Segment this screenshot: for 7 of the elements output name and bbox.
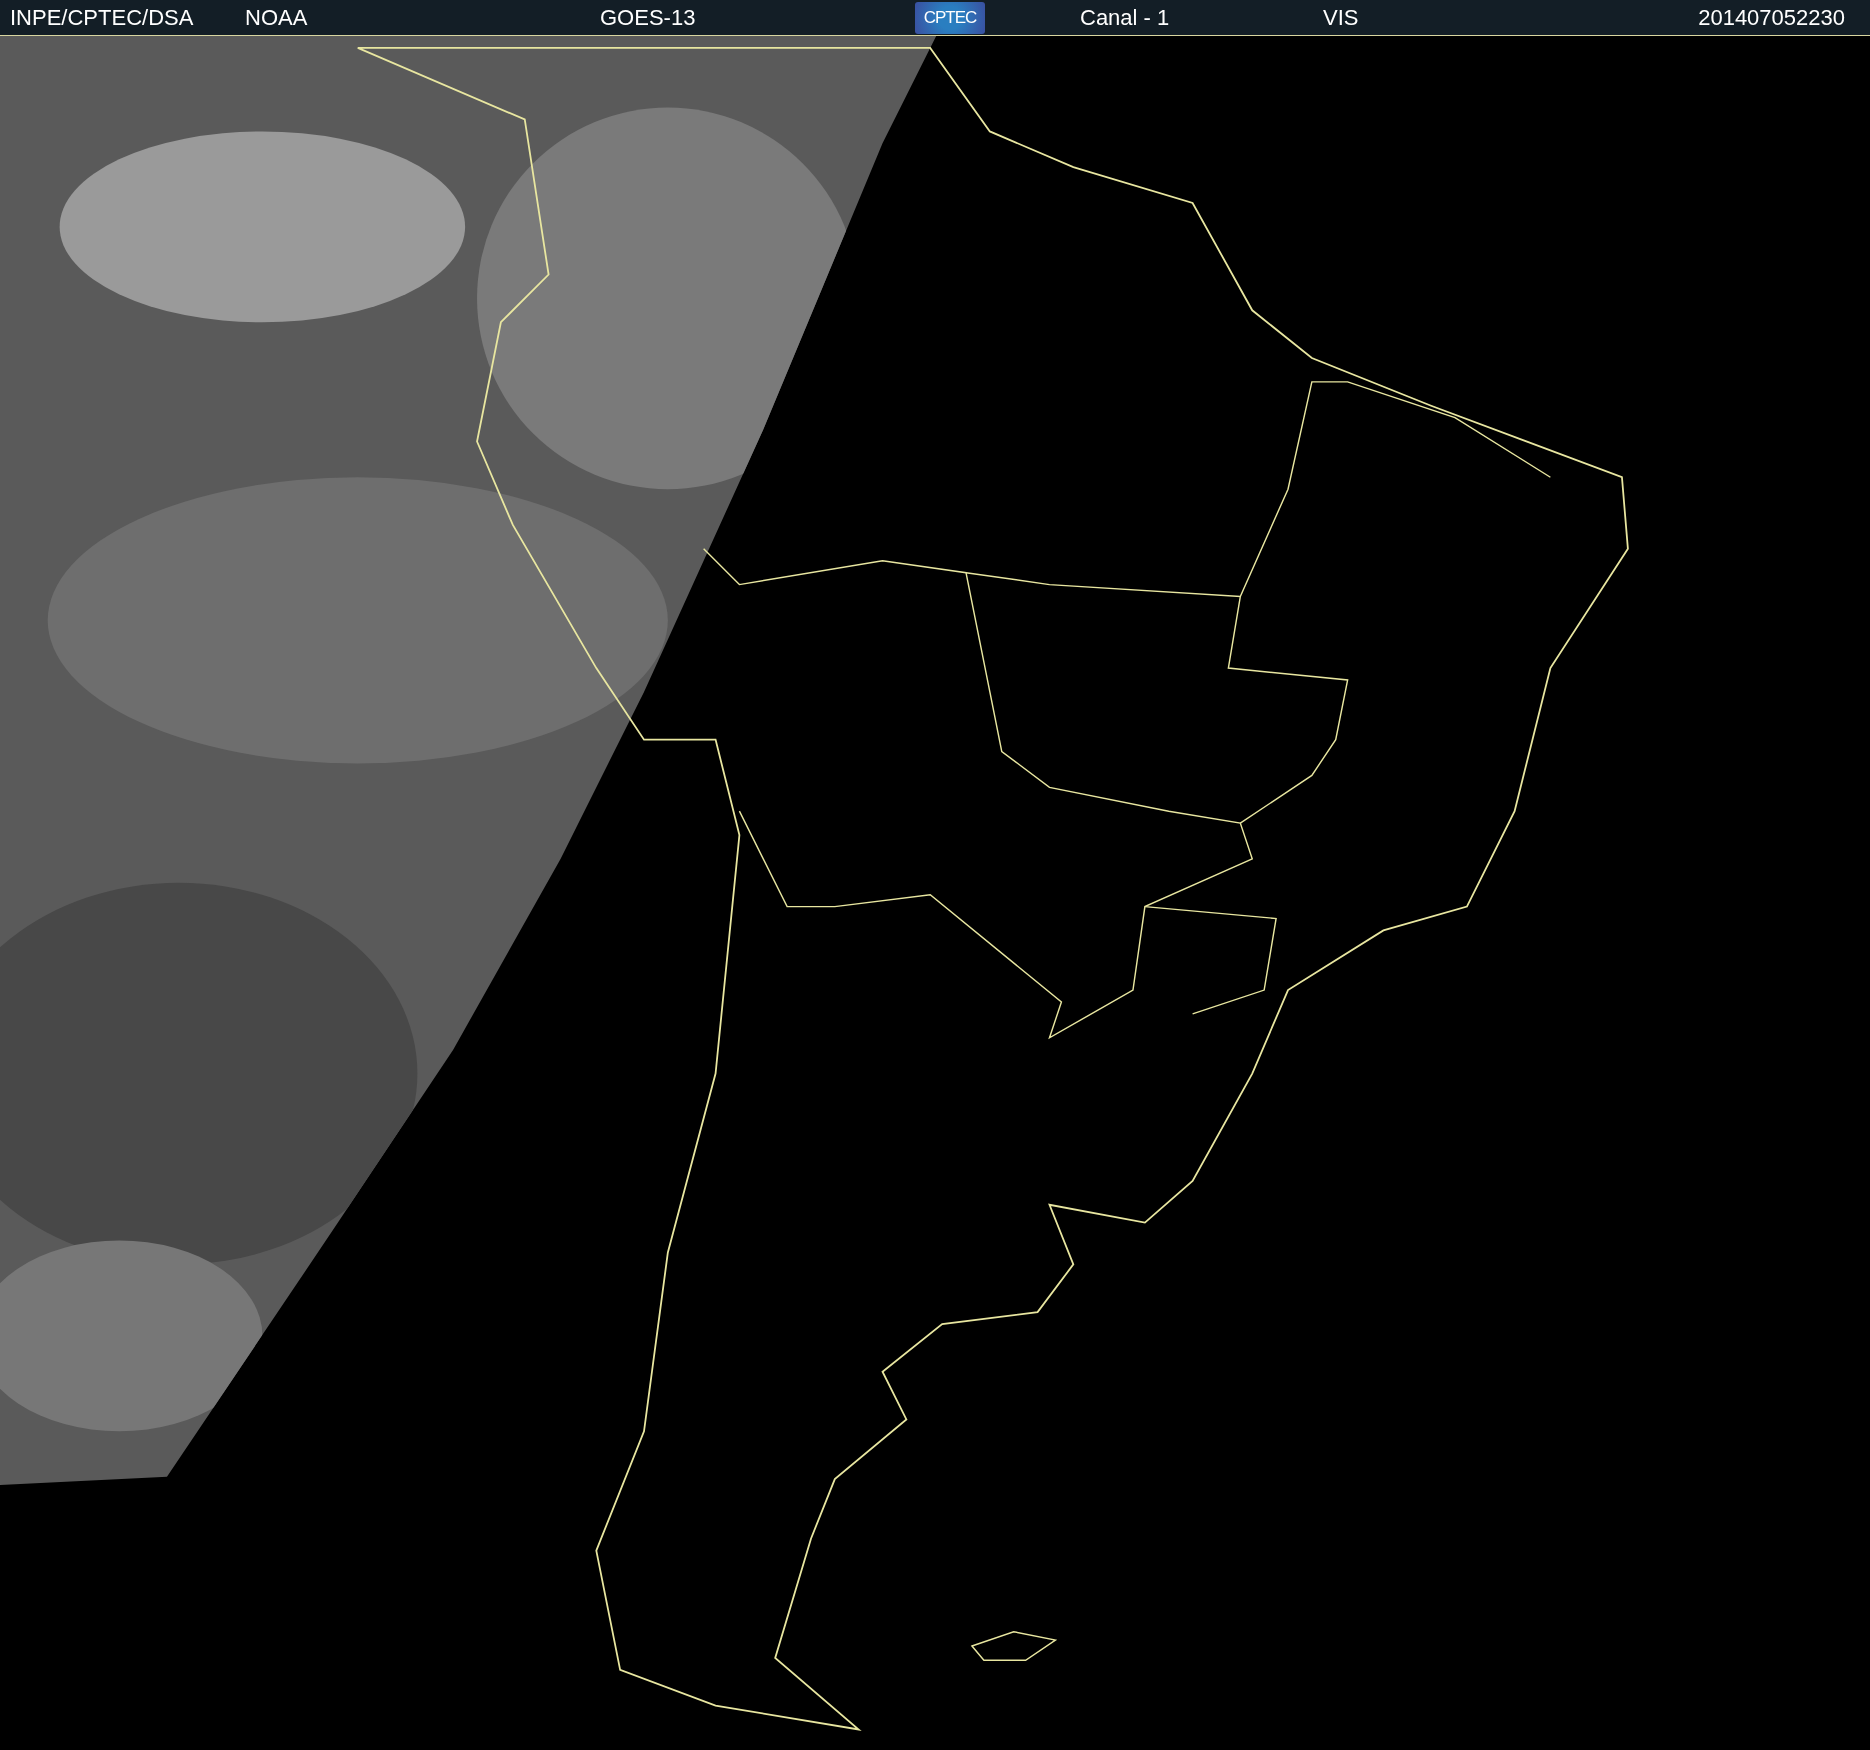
header-label: INPE/CPTEC/DSA [10, 4, 194, 31]
header-label: Canal - 1 [1080, 4, 1170, 31]
header-label: VIS [1323, 4, 1359, 31]
timestamp-label: 201407052230 [1698, 4, 1845, 31]
logo-badge: CPTEC [915, 1, 985, 34]
header-label: NOAA [245, 4, 308, 31]
header-label: GOES-13 [600, 4, 696, 31]
